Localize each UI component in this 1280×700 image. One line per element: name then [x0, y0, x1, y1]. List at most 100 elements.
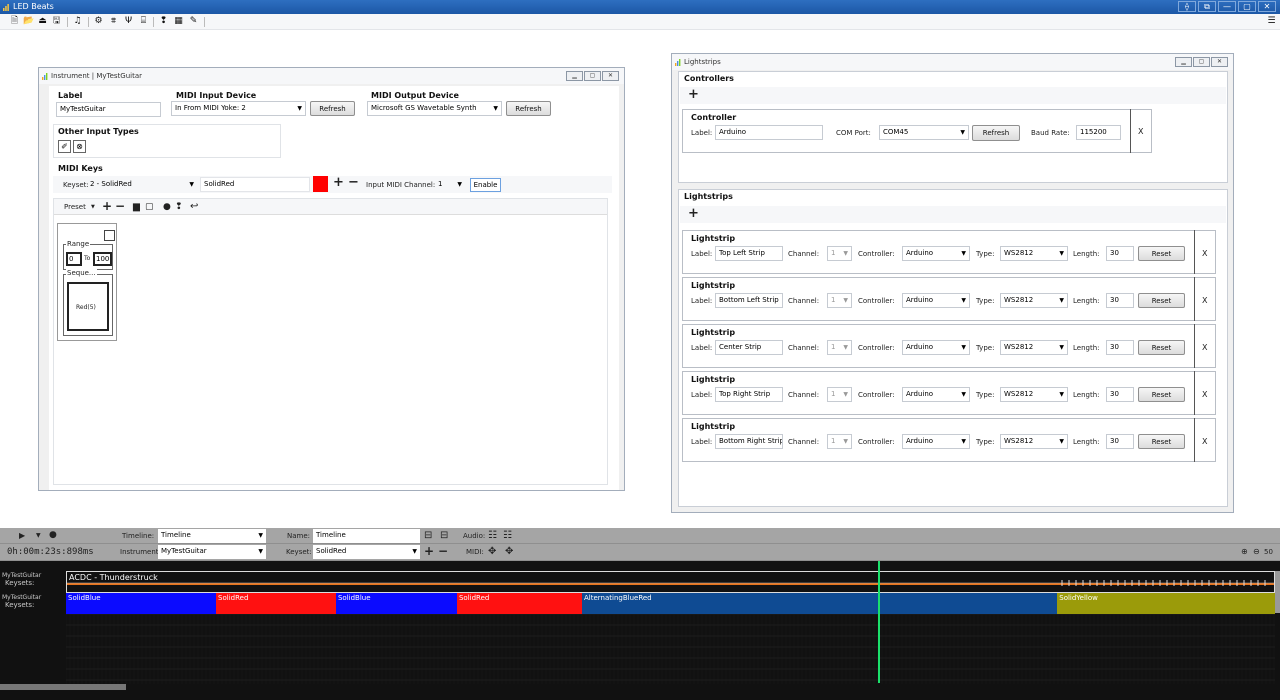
controller-refresh-button[interactable]: Refresh: [972, 125, 1020, 141]
controller-label-field[interactable]: Arduino: [715, 125, 823, 140]
add-controller-icon[interactable]: +: [688, 87, 699, 102]
lightstrip-label-field[interactable]: Top Right Strip: [715, 387, 783, 402]
guitar-input-icon[interactable]: ✐: [58, 140, 71, 153]
upload-icon[interactable]: ⏏: [37, 16, 48, 27]
midi-output-select[interactable]: Microsoft GS Wavetable Synth ▼: [367, 101, 502, 116]
lightstrip-label-field[interactable]: Center Strip: [715, 340, 783, 355]
reset-button[interactable]: Reset: [1138, 434, 1185, 449]
add-icon[interactable]: +: [424, 544, 434, 558]
remove-lightstrip-button[interactable]: X: [1202, 249, 1207, 258]
keyset-segment[interactable]: SolidRed: [216, 593, 336, 614]
remove-controller-button[interactable]: X: [1138, 127, 1143, 136]
keyset-segment[interactable]: SolidBlue: [335, 593, 457, 614]
range-from-field[interactable]: 0: [66, 252, 82, 266]
vertical-scrollbar[interactable]: [1275, 571, 1280, 613]
type-select[interactable]: WS2812 ▼: [1000, 387, 1068, 402]
channel-select[interactable]: 1 ▼: [827, 246, 852, 261]
restore-layout-icon[interactable]: ⧉: [1198, 1, 1216, 12]
keyset-segment[interactable]: SolidRed: [456, 593, 582, 614]
led-icon[interactable]: ❢: [175, 202, 183, 212]
undo-icon[interactable]: ↩: [190, 201, 198, 212]
timeline-name-field[interactable]: Timeline: [313, 529, 420, 543]
audio-add-icon[interactable]: ☷: [488, 530, 497, 541]
channel-select[interactable]: 1 ▼: [827, 434, 852, 449]
open-folder-icon[interactable]: 📂: [23, 16, 34, 27]
strip-icon[interactable]: Ψ: [123, 16, 134, 27]
snap-icon[interactable]: ⟠: [1178, 1, 1196, 12]
minimize-button[interactable]: ▁: [1175, 57, 1192, 67]
menu-icon[interactable]: ☰: [1266, 16, 1277, 27]
reset-button[interactable]: Reset: [1138, 340, 1185, 355]
close-button[interactable]: ✕: [1211, 57, 1228, 67]
controller-select[interactable]: Arduino ▼: [902, 293, 970, 308]
controller-select[interactable]: Arduino ▼: [902, 246, 970, 261]
zoom-in-icon[interactable]: ⊕: [1241, 547, 1248, 556]
input-channel-select[interactable]: 1 ▼: [435, 178, 465, 191]
horizontal-scrollbar[interactable]: [0, 684, 126, 690]
instrument-select[interactable]: MyTestGuitar ▼: [158, 545, 266, 559]
add-lightstrip-icon[interactable]: +: [688, 206, 699, 221]
keyset-segment[interactable]: SolidYellow: [1057, 593, 1275, 614]
midi-remove-icon[interactable]: ✥: [505, 546, 513, 557]
channel-select[interactable]: 1 ▼: [827, 387, 852, 402]
remove-icon[interactable]: −: [115, 199, 125, 213]
minimize-button[interactable]: —: [1218, 1, 1236, 12]
timeline-select[interactable]: Timeline ▼: [158, 529, 266, 543]
keyset-color-swatch[interactable]: [313, 176, 328, 192]
zoom-out-icon[interactable]: ⊖: [1253, 547, 1260, 556]
lightstrip-label-field[interactable]: Bottom Right Strip: [715, 434, 783, 449]
droplet-icon[interactable]: ●: [163, 202, 171, 212]
minimize-button[interactable]: ▁: [566, 71, 583, 81]
audio-track[interactable]: ACDC - Thunderstruck: [66, 571, 1275, 593]
remove-lightstrip-button[interactable]: X: [1202, 437, 1207, 446]
music-note-icon[interactable]: ♫: [72, 16, 83, 27]
add-icon[interactable]: +: [333, 175, 344, 190]
controller-select[interactable]: Arduino ▼: [902, 434, 970, 449]
maximize-button[interactable]: ▢: [584, 71, 601, 81]
range-to-field[interactable]: 100: [93, 252, 112, 266]
length-field[interactable]: 30: [1106, 246, 1134, 261]
close-button[interactable]: ✕: [1258, 1, 1276, 12]
led-icon[interactable]: ❢: [158, 16, 169, 27]
remove-lightstrip-button[interactable]: X: [1202, 296, 1207, 305]
maximize-button[interactable]: ▢: [1238, 1, 1256, 12]
baud-rate-field[interactable]: 115200: [1076, 125, 1121, 140]
length-field[interactable]: 30: [1106, 340, 1134, 355]
equalizer-icon[interactable]: ⩨: [108, 16, 119, 27]
preset-dropdown[interactable]: Preset: [64, 203, 86, 211]
type-select[interactable]: WS2812 ▼: [1000, 434, 1068, 449]
add-track-icon[interactable]: ⊟: [424, 530, 432, 541]
gamepad-input-icon[interactable]: ⊗: [73, 140, 86, 153]
audio-remove-icon[interactable]: ☷: [503, 530, 512, 541]
controller-select[interactable]: Arduino ▼: [902, 387, 970, 402]
tree-icon[interactable]: ⌸: [138, 16, 149, 27]
reset-button[interactable]: Reset: [1138, 387, 1185, 402]
remove-lightstrip-button[interactable]: X: [1202, 390, 1207, 399]
pencil-icon[interactable]: ✎: [188, 16, 199, 27]
gear-icon[interactable]: ⚙: [93, 16, 104, 27]
length-field[interactable]: 30: [1106, 434, 1134, 449]
copy-icon[interactable]: ▆: [133, 202, 140, 212]
keyset-select[interactable]: 2 - SolidRed ▼: [87, 178, 197, 191]
midi-add-icon[interactable]: ✥: [488, 546, 496, 557]
channel-select[interactable]: 1 ▼: [827, 340, 852, 355]
close-button[interactable]: ✕: [602, 71, 619, 81]
reset-button[interactable]: Reset: [1138, 246, 1185, 261]
record-icon[interactable]: ●: [49, 530, 57, 540]
remove-icon[interactable]: −: [348, 175, 359, 190]
controller-select[interactable]: Arduino ▼: [902, 340, 970, 355]
paste-icon[interactable]: ▢: [145, 202, 154, 212]
remove-track-icon[interactable]: ⊟: [440, 530, 448, 541]
channel-select[interactable]: 1 ▼: [827, 293, 852, 308]
save-icon[interactable]: 🖫: [51, 16, 62, 27]
play-icon[interactable]: ▶: [19, 531, 25, 540]
keypad-icon[interactable]: ▦: [173, 16, 184, 27]
remove-lightstrip-button[interactable]: X: [1202, 343, 1207, 352]
new-file-icon[interactable]: 🗎: [9, 16, 20, 27]
midi-input-refresh-button[interactable]: Refresh: [310, 101, 355, 116]
remove-icon[interactable]: −: [438, 544, 448, 558]
lightstrip-label-field[interactable]: Top Left Strip: [715, 246, 783, 261]
midi-input-select[interactable]: In From MIDI Yoke: 2 ▼: [171, 101, 306, 116]
chevron-down-icon[interactable]: ▼: [36, 532, 41, 539]
keyset-name-field[interactable]: SolidRed: [200, 177, 310, 192]
